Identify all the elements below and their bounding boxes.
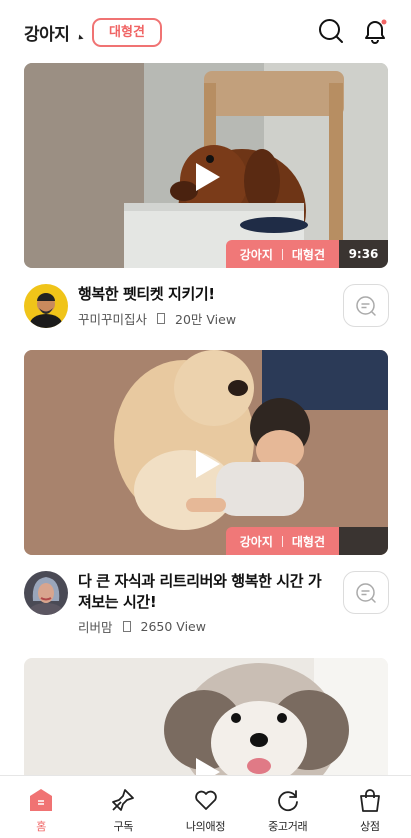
tab-shop[interactable]: 상점 (329, 776, 411, 838)
avatar[interactable] (24, 284, 68, 328)
video-meta: 행복한 펫티켓 지키기! 꾸미꾸미집사 20만 View (24, 284, 389, 330)
play-icon[interactable] (195, 449, 221, 479)
tab-label: 홈 (36, 820, 47, 833)
category-selector[interactable]: 강아지 (24, 20, 70, 45)
search-icon[interactable] (317, 17, 345, 45)
tab-favorites[interactable]: 나의애정 (164, 776, 246, 838)
tab-subscribe[interactable]: 구독 (82, 776, 164, 838)
video-title[interactable]: 다 큰 자식과 리트리버와 행복한 시간 가져보는 시간! (78, 571, 332, 613)
play-icon[interactable] (195, 757, 221, 775)
home-icon (28, 787, 54, 813)
tab-label: 상점 (360, 820, 380, 833)
view-count: 2650 View (140, 619, 206, 634)
tab-label: 나의애정 (185, 820, 226, 833)
duration-label: 9:36 (339, 240, 388, 268)
tab-label: 구독 (113, 820, 134, 833)
bell-icon[interactable] (361, 17, 389, 45)
tag-label: 강아지 (239, 534, 273, 549)
video-card[interactable] (24, 658, 388, 775)
separator-icon (157, 313, 166, 324)
app-header: 강아지 대형견 (0, 0, 411, 64)
tab-home[interactable]: 홈 (0, 776, 82, 838)
tab-label: 중고거래 (268, 820, 308, 833)
tag-badge: 강아지 대형견 (225, 240, 339, 268)
separator-icon (122, 621, 131, 632)
video-badge: 강아지 대형견 9:36 (225, 240, 388, 268)
tag-divider (281, 248, 283, 260)
comment-icon (356, 295, 376, 316)
duration-label (339, 527, 388, 555)
video-card[interactable]: 강아지 대형견 9:36 (24, 63, 388, 268)
size-filter-chip[interactable]: 대형견 (92, 18, 162, 47)
bottom-tab-bar: 홈 구독 나의애정 중고거래 상점 (0, 775, 411, 838)
play-icon[interactable] (195, 162, 221, 192)
video-subinfo: 리버맘 2650 View (78, 617, 206, 636)
avatar[interactable] (24, 571, 68, 615)
refresh-icon (275, 787, 301, 813)
tab-used-market[interactable]: 중고거래 (247, 776, 329, 838)
comment-button[interactable] (343, 571, 389, 614)
tag-label: 강아지 (239, 247, 273, 262)
comment-button[interactable] (343, 284, 389, 327)
video-meta: 다 큰 자식과 리트리버와 행복한 시간 가져보는 시간! 리버맘 2650 V… (24, 571, 389, 636)
tag-badge: 강아지 대형견 (225, 527, 339, 555)
view-count: 20만 View (175, 312, 237, 327)
caret-down-icon[interactable] (76, 34, 84, 42)
video-card[interactable]: 강아지 대형견 (24, 350, 388, 555)
tag-label: 대형견 (291, 534, 325, 549)
author-name[interactable]: 꾸미꾸미집사 (78, 309, 147, 328)
video-title[interactable]: 행복한 펫티켓 지키기! (78, 284, 332, 305)
video-subinfo: 꾸미꾸미집사 20만 View (78, 309, 236, 328)
author-name[interactable]: 리버맘 (78, 617, 113, 636)
bag-icon (357, 787, 383, 813)
comment-icon (356, 582, 376, 603)
tag-label: 대형견 (291, 247, 325, 262)
tag-divider (281, 535, 283, 547)
video-badge: 강아지 대형견 (225, 527, 388, 555)
pin-icon (110, 787, 136, 813)
heart-icon (193, 787, 219, 813)
